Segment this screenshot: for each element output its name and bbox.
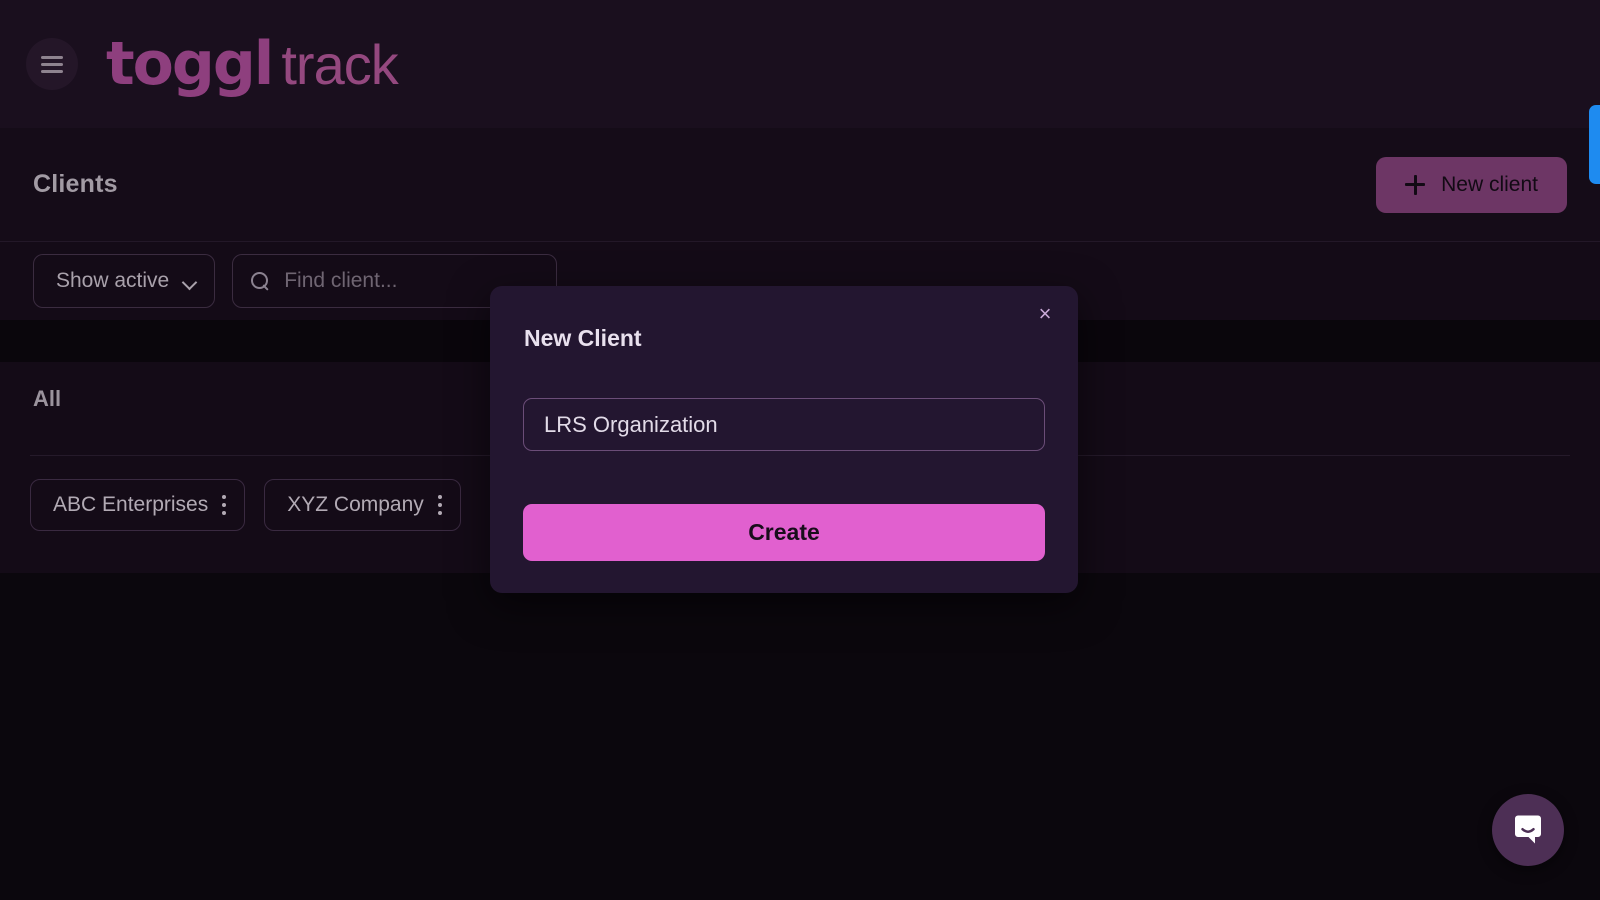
client-name: ABC Enterprises	[53, 493, 208, 517]
logo-toggl-text: toggl	[106, 34, 272, 94]
more-vertical-icon[interactable]	[214, 492, 234, 518]
status-filter-value: Show active	[56, 269, 169, 293]
toggl-track-logo[interactable]: toggl track	[106, 34, 398, 94]
modal-title: New Client	[524, 325, 642, 352]
new-client-modal: × New Client Create	[490, 286, 1078, 593]
search-icon	[251, 272, 270, 291]
page-title: Clients	[33, 170, 118, 199]
hamburger-menu-button[interactable]	[26, 38, 78, 90]
chat-bubble-icon	[1511, 813, 1545, 847]
list-item[interactable]: ABC Enterprises	[30, 479, 245, 531]
hamburger-icon-bar	[41, 56, 63, 59]
client-name-input[interactable]	[523, 398, 1045, 451]
new-client-button[interactable]: New client	[1376, 157, 1567, 213]
client-name: XYZ Company	[287, 493, 424, 517]
list-item[interactable]: XYZ Company	[264, 479, 461, 531]
hamburger-icon-bar	[41, 70, 63, 73]
status-filter-select[interactable]: Show active	[33, 254, 215, 308]
page-header: Clients New client	[0, 128, 1600, 241]
hamburger-icon-bar	[41, 63, 63, 66]
client-group-label: All	[33, 386, 61, 412]
close-icon[interactable]: ×	[1031, 300, 1059, 328]
top-bar: toggl track	[0, 0, 1600, 128]
chevron-down-icon	[183, 277, 196, 285]
app-root: toggl track Clients New client Show acti…	[0, 0, 1600, 900]
logo-track-text: track	[281, 37, 397, 93]
new-client-button-label: New client	[1441, 173, 1538, 197]
client-chip-row: ABC Enterprises XYZ Company	[30, 479, 461, 531]
side-tab-button[interactable]	[1589, 105, 1600, 184]
chat-launcher-button[interactable]	[1492, 794, 1564, 866]
create-client-button[interactable]: Create	[523, 504, 1045, 561]
plus-icon	[1405, 175, 1425, 195]
more-vertical-icon[interactable]	[430, 492, 450, 518]
